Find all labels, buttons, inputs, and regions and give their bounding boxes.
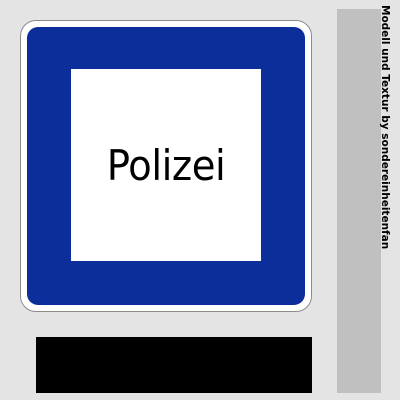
side-strip xyxy=(337,9,381,393)
traffic-sign: Polizei xyxy=(20,20,312,312)
credit-text: Modell und Textur by sondereinheitenfan xyxy=(379,5,391,250)
black-plate xyxy=(36,337,312,393)
sign-label: Polizei xyxy=(106,140,226,190)
sign-white-panel: Polizei xyxy=(71,69,261,261)
sign-blue-field: Polizei xyxy=(27,27,305,305)
